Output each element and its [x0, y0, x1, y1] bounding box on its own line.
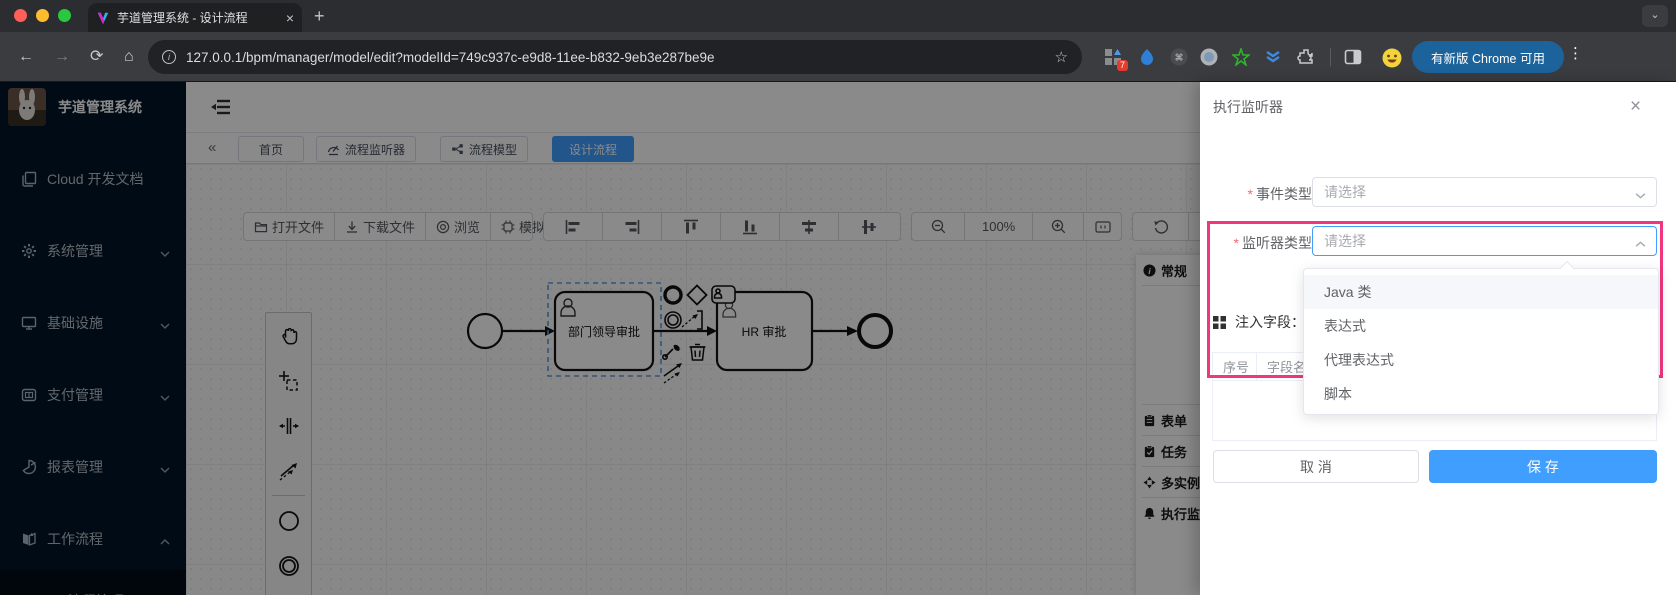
screen: 芋道管理系统 - 设计流程 × + ⌄ ← → ⟳ ⌂ i 127.0.0.1/…: [0, 0, 1676, 595]
site-info-icon[interactable]: i: [162, 50, 176, 64]
back-icon[interactable]: ←: [18, 47, 34, 67]
bookmark-star-icon[interactable]: ☆: [1055, 48, 1068, 66]
listener-type-dropdown: Java 类 表达式 代理表达式 脚本: [1303, 268, 1659, 415]
option-delegate-expression[interactable]: 代理表达式: [1304, 343, 1658, 377]
tab-search-button[interactable]: ⌄: [1642, 5, 1668, 27]
profile-avatar-icon[interactable]: [1382, 48, 1400, 66]
home-icon[interactable]: ⌂: [124, 47, 134, 67]
option-expression[interactable]: 表达式: [1304, 309, 1658, 343]
chrome-update-button[interactable]: 有新版 Chrome 可用: [1412, 41, 1564, 73]
window-maximize-button[interactable]: [58, 9, 71, 22]
option-java-class[interactable]: Java 类: [1304, 275, 1658, 309]
extension-blocks-icon[interactable]: 7: [1104, 48, 1122, 66]
browser-menu-kebab-icon[interactable]: ⋮: [1568, 44, 1583, 62]
event-type-row: *事件类型 请选择: [1200, 177, 1670, 207]
favicon: [96, 11, 110, 25]
chevron-down-icon: [1635, 188, 1646, 199]
extension-dark-circle-icon[interactable]: ⌘: [1170, 48, 1188, 66]
extensions-puzzle-icon[interactable]: [1297, 48, 1315, 66]
url-text[interactable]: 127.0.0.1/bpm/manager/model/edit?modelId…: [186, 50, 1047, 65]
save-button[interactable]: 保 存: [1429, 450, 1657, 483]
svg-text:⌘: ⌘: [1175, 53, 1184, 63]
chrome-update-label: 有新版 Chrome 可用: [1431, 48, 1545, 67]
reload-icon[interactable]: ⟳: [90, 47, 103, 67]
app-page: 芋道管理系统 Cloud 开发文档 系统管理 基础设施: [0, 82, 1676, 595]
event-type-select[interactable]: 请选择: [1312, 177, 1657, 207]
new-tab-button[interactable]: +: [314, 6, 325, 26]
extension-chevrons-icon[interactable]: [1264, 48, 1282, 66]
extension-badge: 7: [1117, 60, 1128, 71]
tab-title: 芋道管理系统 - 设计流程: [117, 9, 280, 26]
extension-gray-circle-icon[interactable]: [1200, 48, 1218, 66]
side-panel-icon[interactable]: [1344, 48, 1362, 66]
browser-tabstrip: 芋道管理系统 - 设计流程 × + ⌄: [0, 0, 1676, 32]
extension-green-star-icon[interactable]: [1232, 48, 1250, 66]
close-icon[interactable]: ×: [1630, 98, 1641, 116]
forward-icon[interactable]: →: [54, 47, 70, 67]
address-bar[interactable]: i 127.0.0.1/bpm/manager/model/edit?model…: [148, 40, 1082, 74]
cancel-button[interactable]: 取 消: [1213, 450, 1419, 483]
extension-drop-icon[interactable]: [1138, 48, 1156, 66]
toolbar-divider: [1330, 48, 1331, 66]
browser-tab[interactable]: 芋道管理系统 - 设计流程 ×: [88, 3, 302, 32]
tab-close-icon[interactable]: ×: [286, 10, 294, 26]
drawer-title: 执行监听器: [1213, 97, 1283, 117]
option-script[interactable]: 脚本: [1304, 377, 1658, 411]
event-type-label: *事件类型: [1112, 184, 1312, 204]
window-close-button[interactable]: [14, 9, 27, 22]
window-minimize-button[interactable]: [36, 9, 49, 22]
browser-urlbar: ← → ⟳ ⌂ i 127.0.0.1/bpm/manager/model/ed…: [0, 32, 1676, 82]
